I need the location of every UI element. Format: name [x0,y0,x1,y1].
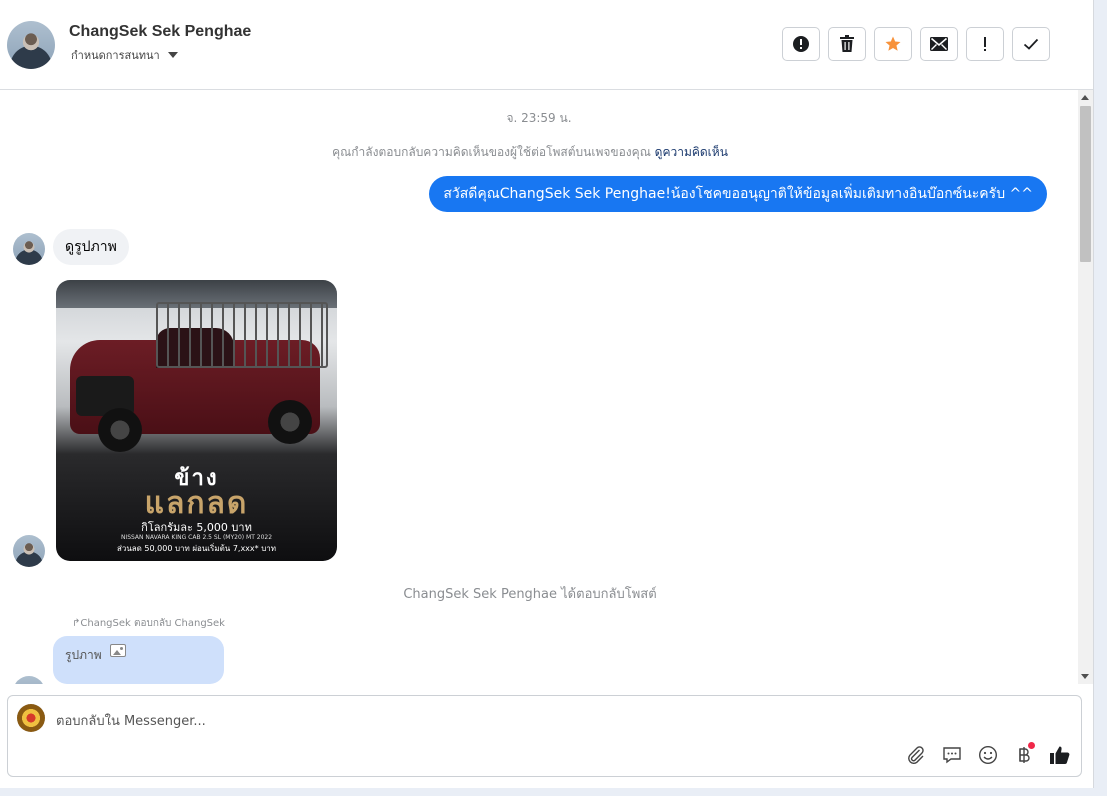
outgoing-message[interactable]: สวัสดีคุณChangSek Sek Penghae!น้องโชคขออ… [429,176,1047,212]
timestamp: จ. 23:59 น. [506,111,572,125]
schedule-dropdown[interactable]: กำหนดการสนทนา [71,46,178,64]
conversation-panel: ChangSek Sek Penghae กำหนดการสนทนา จ. 23… [0,0,1094,788]
payment-button[interactable] [1013,742,1035,766]
saved-replies-button[interactable] [941,744,963,766]
report-spam-button[interactable] [782,27,820,61]
rear-wheel [268,400,312,444]
thread-scrollbar[interactable] [1078,90,1093,684]
delete-button[interactable] [828,27,866,61]
mark-unread-button[interactable] [920,27,958,61]
reply-composer[interactable]: ตอบกลับใน Messenger... [7,695,1082,777]
reply-message-text: รูปภาพ [65,648,102,662]
roof-rack [156,302,328,368]
reply-message[interactable]: รูปภาพ [53,636,224,684]
promo-model: NISSAN NAVARA KING CAB 2.5 SL (MY20) MT … [120,534,273,541]
view-comment-link[interactable]: ดูความคิดเห็น [655,145,728,159]
scroll-up-icon[interactable] [1081,95,1089,100]
contact-avatar-small[interactable] [13,233,45,265]
reply-reference: ↱ChangSek ตอบกลับ ChangSek [72,618,225,629]
caret-down-icon [167,52,178,58]
contact-avatar[interactable] [7,21,55,69]
star-button[interactable] [874,27,912,61]
composer-toolbar [905,742,1071,766]
emoji-button[interactable] [977,744,999,766]
car-promo-photo[interactable]: ข้าง แลกลด กิโลกรัมละ 5,000 บาท NISSAN N… [56,280,337,561]
smiley-icon [978,745,998,765]
like-button[interactable] [1049,744,1071,766]
notice-text: คุณกำลังตอบกลับความคิดเห็นของผู้ใช้ต่อโพ… [332,145,651,159]
speech-bubble-icon [943,747,961,764]
reply-event-notice: ChangSek Sek Penghae ได้ตอบกลับโพสต์ [403,587,657,602]
contact-avatar-small[interactable] [13,676,45,684]
mark-done-button[interactable] [1012,27,1050,61]
attach-button[interactable] [905,744,927,766]
header-toolbar [782,27,1050,61]
contact-avatar-small[interactable] [13,535,45,567]
contact-name[interactable]: ChangSek Sek Penghae [69,23,251,41]
star-icon [885,36,901,51]
check-icon [1023,38,1039,50]
conversation-header: ChangSek Sek Penghae กำหนดการสนทนา [0,0,1093,90]
image-icon [109,644,126,657]
promo-terms: ส่วนลด 50,000 บาท ผ่อนเริ่มต้น 7,xxx* บา… [116,544,277,553]
schedule-label: กำหนดการสนทนา [71,49,160,62]
paperclip-icon [908,746,924,764]
scroll-thumb[interactable] [1080,106,1091,262]
thumbs-up-icon [1050,746,1070,764]
front-wheel [98,408,142,452]
exclamation-icon [984,37,986,51]
follow-up-button[interactable] [966,27,1004,61]
comment-reply-notice: คุณกำลังตอบกลับความคิดเห็นของผู้ใช้ต่อโพ… [0,143,1060,162]
message-input[interactable]: ตอบกลับใน Messenger... [56,710,206,731]
page-avatar [17,704,45,732]
exclamation-circle-icon [793,36,809,52]
notification-dot [1028,742,1035,749]
scroll-down-icon[interactable] [1081,674,1089,679]
envelope-icon [930,37,948,51]
trash-icon [840,35,854,52]
incoming-message[interactable]: ดูรูปภาพ [53,229,129,265]
message-thread[interactable]: จ. 23:59 น. คุณกำลังตอบกลับความคิดเห็นขอ… [0,90,1078,684]
